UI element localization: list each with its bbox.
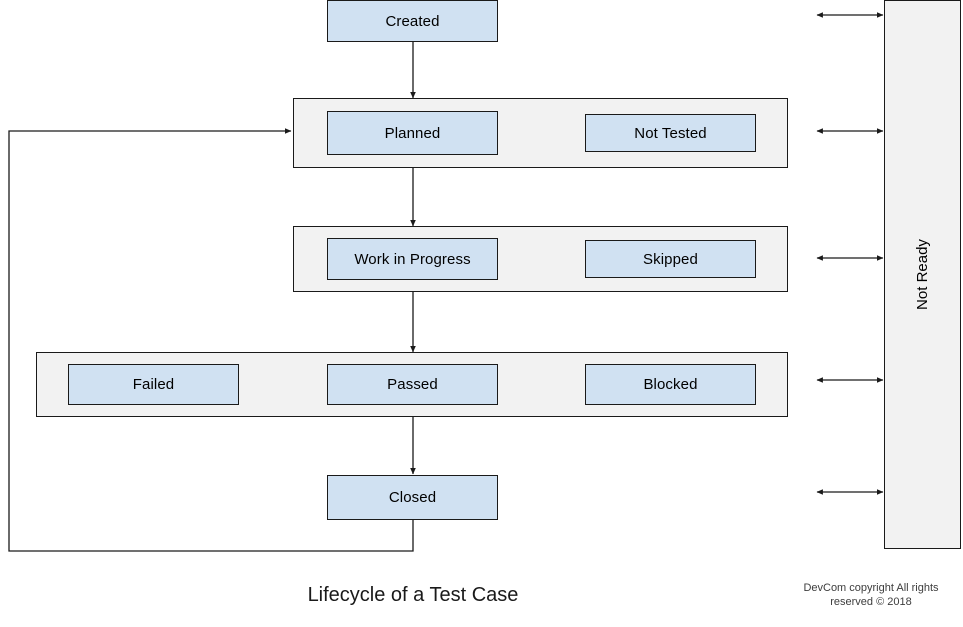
- state-box-closed[interactable]: Closed: [327, 475, 498, 520]
- state-label-work-in-progress: Work in Progress: [354, 250, 471, 268]
- state-box-blocked[interactable]: Blocked: [585, 364, 756, 405]
- copyright-line-1: DevCom copyright All rights: [803, 582, 939, 594]
- state-box-not-tested[interactable]: Not Tested: [585, 114, 756, 152]
- state-label-created: Created: [385, 12, 440, 30]
- state-label-passed: Passed: [387, 376, 438, 393]
- copyright-notice: DevCom copyright All rights reserved © 2…: [779, 581, 963, 609]
- connector-layer: [8, 12, 884, 552]
- state-label-closed: Closed: [388, 489, 437, 506]
- state-box-created[interactable]: Created: [327, 0, 498, 42]
- side-panel-label-not-ready: Not Ready: [914, 239, 931, 310]
- diagram-title: Lifecycle of a Test Case: [307, 584, 519, 606]
- state-label-not-tested: Not Tested: [634, 124, 707, 142]
- state-box-skipped[interactable]: Skipped: [585, 240, 756, 278]
- state-label-blocked: Blocked: [643, 376, 698, 393]
- state-label-planned: Planned: [384, 124, 441, 142]
- diagram-canvas: Created Planned Not Tested Work in Progr…: [0, 0, 963, 627]
- state-label-failed: Failed: [132, 376, 175, 393]
- state-box-work-in-progress[interactable]: Work in Progress: [327, 238, 498, 280]
- state-label-skipped: Skipped: [643, 250, 698, 268]
- state-box-failed[interactable]: Failed: [68, 364, 239, 405]
- copyright-line-2: reserved © 2018: [830, 596, 912, 608]
- state-box-passed[interactable]: Passed: [327, 364, 498, 405]
- side-panel-not-ready[interactable]: Not Ready: [884, 0, 961, 549]
- state-box-planned[interactable]: Planned: [327, 111, 498, 155]
